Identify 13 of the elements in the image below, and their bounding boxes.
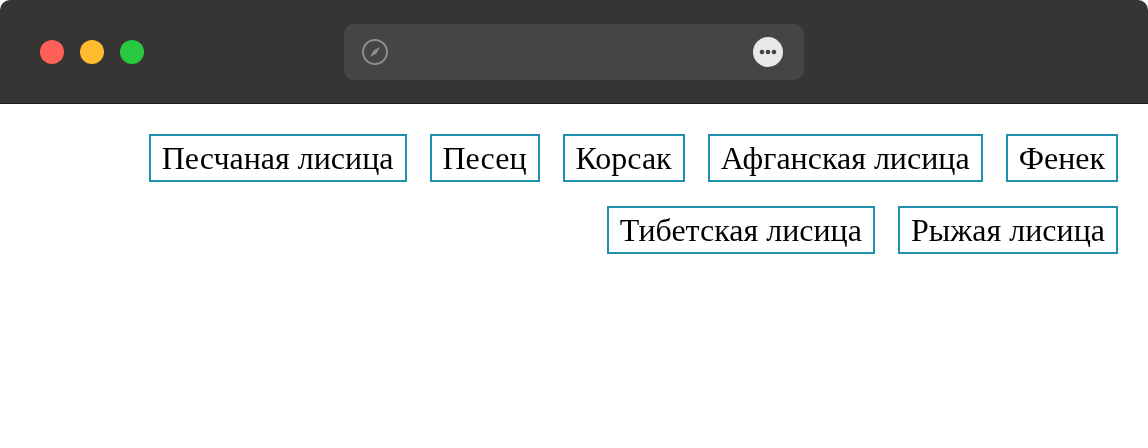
- minimize-button[interactable]: [80, 39, 104, 64]
- tag: Песец: [429, 134, 540, 182]
- zoom-button[interactable]: [120, 39, 144, 64]
- tag: Рыжая лисица: [897, 206, 1118, 254]
- more-icon[interactable]: [752, 36, 784, 68]
- close-button[interactable]: [40, 39, 64, 64]
- tag: Тибетская лисица: [606, 206, 875, 254]
- tag: Песчаная лисица: [148, 134, 407, 182]
- tag: Афганская лисица: [707, 134, 983, 182]
- compass-icon: [361, 38, 389, 66]
- tag: Фенек: [1005, 134, 1118, 182]
- tag: Корсак: [562, 134, 685, 182]
- address-bar[interactable]: [344, 24, 804, 80]
